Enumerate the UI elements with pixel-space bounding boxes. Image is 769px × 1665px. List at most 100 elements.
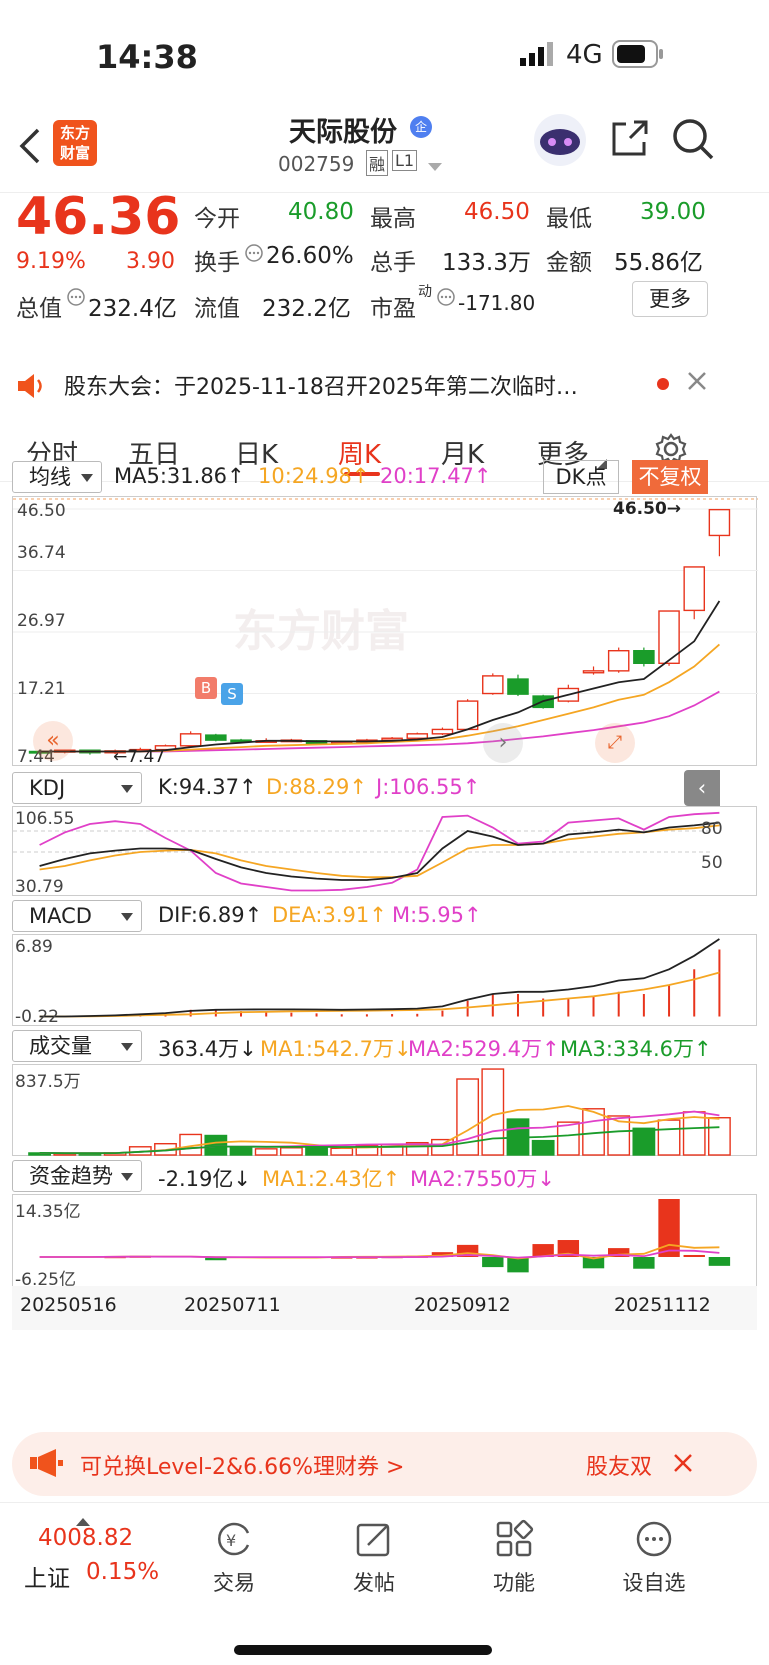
kdj-indicator-bar: KDJ K:94.37↑ D:88.29↑ J:106.55↑ ‹ <box>0 770 769 806</box>
volume-bar <box>330 1147 354 1156</box>
fund-ma2: MA2:7550万↓ <box>410 1167 555 1191</box>
fund-bar <box>633 1257 655 1269</box>
candle-body <box>456 700 479 731</box>
robot-assistant-icon[interactable] <box>532 112 588 172</box>
notice-bar[interactable]: 股东大会：于2025-11-18召开2025年第二次临时… <box>0 356 769 412</box>
candle-body <box>406 733 429 739</box>
scroll-left-icon[interactable]: « <box>33 721 73 761</box>
change-amount: 3.90 <box>126 249 175 274</box>
candle-body <box>582 670 605 674</box>
fund-selector[interactable]: 资金趋势 <box>12 1160 142 1192</box>
volume-ma2: MA2:529.4万↑ <box>408 1037 560 1061</box>
status-bar: 14:38 4G <box>0 0 769 110</box>
nav-post[interactable]: 发帖 <box>324 1519 424 1597</box>
nav-watchlist[interactable]: 设自选 <box>604 1519 704 1597</box>
kline-chart <box>13 498 758 755</box>
fund-chart <box>39 1199 731 1273</box>
volume-bar <box>657 1119 681 1156</box>
stock-header: 东方 财富 天际股份 企 002759 融 L1 <box>0 110 769 192</box>
macd-dif: DIF:6.89↑ <box>158 903 263 927</box>
kdj-chart <box>13 811 720 892</box>
volume-value: 133.3万 <box>442 250 531 276</box>
ma5-value: MA5:31.86↑ <box>114 464 245 488</box>
dk-point-button[interactable]: DK点 <box>543 460 619 494</box>
network-label: 4G <box>566 40 603 70</box>
date-axis: 20250516 20250711 20250912 20251112 <box>12 1286 757 1330</box>
candle-body <box>683 566 706 612</box>
nav-trade[interactable]: ¥ 交易 <box>184 1519 284 1597</box>
kdj-d: D:88.29↑ <box>266 775 367 799</box>
volume-ma3: MA3:334.6万↑ <box>560 1037 712 1061</box>
search-icon[interactable] <box>670 116 716 166</box>
turnover-value: 26.60% <box>266 243 354 269</box>
volume-bar <box>204 1134 228 1156</box>
kdj-axis-80: 80 <box>701 819 723 839</box>
index-change[interactable]: 0.15% <box>86 1559 159 1585</box>
date-label-4: 20251112 <box>614 1294 711 1316</box>
fund-axis-max: 14.35亿 <box>15 1202 81 1222</box>
macd-selector[interactable]: MACD <box>12 900 142 932</box>
pe-value: -171.80 <box>458 291 536 315</box>
edit-icon <box>354 1519 394 1559</box>
volume-selector[interactable]: 成交量 <box>12 1030 142 1062</box>
amount-value: 55.86亿 <box>614 250 703 276</box>
notice-text: 股东大会：于2025-11-18召开2025年第二次临时… <box>64 375 578 400</box>
volume-axis-max: 837.5万 <box>15 1072 81 1092</box>
close-icon[interactable] <box>686 370 708 396</box>
more-quote-button[interactable]: 更多 <box>632 281 708 317</box>
buy-marker[interactable]: B <box>195 677 217 699</box>
speaker-icon <box>16 372 46 404</box>
kdj-d-line <box>39 824 720 879</box>
volume-bar <box>229 1146 253 1156</box>
open-value: 40.80 <box>288 199 354 225</box>
macd-m: M:5.95↑ <box>392 903 482 927</box>
share-icon[interactable] <box>608 118 650 164</box>
info-icon[interactable] <box>436 287 456 311</box>
pe-superscript: 动 <box>418 284 432 300</box>
macd-axis-min: -0.22 <box>15 1007 59 1027</box>
scroll-right-icon[interactable]: › <box>483 723 523 763</box>
volume-bar <box>254 1148 278 1156</box>
nav-functions[interactable]: 功能 <box>464 1519 564 1597</box>
price-axis-2: 36.74 <box>17 543 66 563</box>
chevron-down-icon[interactable] <box>428 158 442 177</box>
high-value: 46.50 <box>464 199 530 225</box>
macd-indicator-bar: MACD DIF:6.89↑ DEA:3.91↑ M:5.95↑ <box>0 900 769 934</box>
candle-body <box>507 678 529 695</box>
sell-marker[interactable]: S <box>221 683 243 705</box>
close-icon[interactable] <box>672 1452 694 1478</box>
candle-body <box>607 650 630 672</box>
promo-banner[interactable]: 可兑换Level-2&6.66%理财券 > 股友双 <box>12 1432 757 1496</box>
no-adjust-button[interactable]: 不复权 <box>632 460 708 494</box>
candle-body <box>431 728 454 735</box>
date-label-2: 20250711 <box>184 1294 281 1316</box>
ma20-value: 20:17.47↑ <box>380 464 492 488</box>
macd-chart <box>39 938 721 1018</box>
eastmoney-logo[interactable]: 东方 财富 <box>53 120 97 166</box>
kline-panel[interactable]: 东方财富 46.50 36.74 26.97 17.21 7.44 46.50→… <box>12 496 758 767</box>
back-icon[interactable] <box>16 126 42 170</box>
collapse-panel-icon[interactable]: ‹ <box>684 770 720 806</box>
volume-chart <box>28 1068 731 1156</box>
kdj-selector[interactable]: KDJ <box>12 772 142 804</box>
clock: 14:38 <box>96 38 198 76</box>
price-axis-3: 26.97 <box>17 611 66 631</box>
chevron-down-icon <box>121 913 133 921</box>
fullscreen-icon[interactable]: ⤢ <box>595 723 635 763</box>
candle-body <box>205 734 227 741</box>
index-value[interactable]: 4008.82 <box>38 1525 133 1551</box>
kdj-axis-min: 30.79 <box>15 877 64 897</box>
date-label-3: 20250912 <box>414 1294 511 1316</box>
quote-panel: 46.36 9.19% 3.90 今开 40.80 最高 46.50 最低 39… <box>0 187 769 350</box>
index-name[interactable]: 上证 <box>24 1559 70 1593</box>
amount-label: 金额 <box>546 250 592 276</box>
candle-body <box>633 650 655 665</box>
promo-right-text: 股友双 <box>586 1455 653 1480</box>
yen-cycle-icon: ¥ <box>214 1519 254 1559</box>
ma-selector[interactable]: 均线 <box>12 461 102 493</box>
info-icon[interactable] <box>244 243 264 267</box>
info-icon[interactable] <box>66 287 86 311</box>
ma10-value: 10:24.98↑ <box>258 464 370 488</box>
fund-bar <box>482 1257 504 1268</box>
svg-text:¥: ¥ <box>226 1531 236 1550</box>
